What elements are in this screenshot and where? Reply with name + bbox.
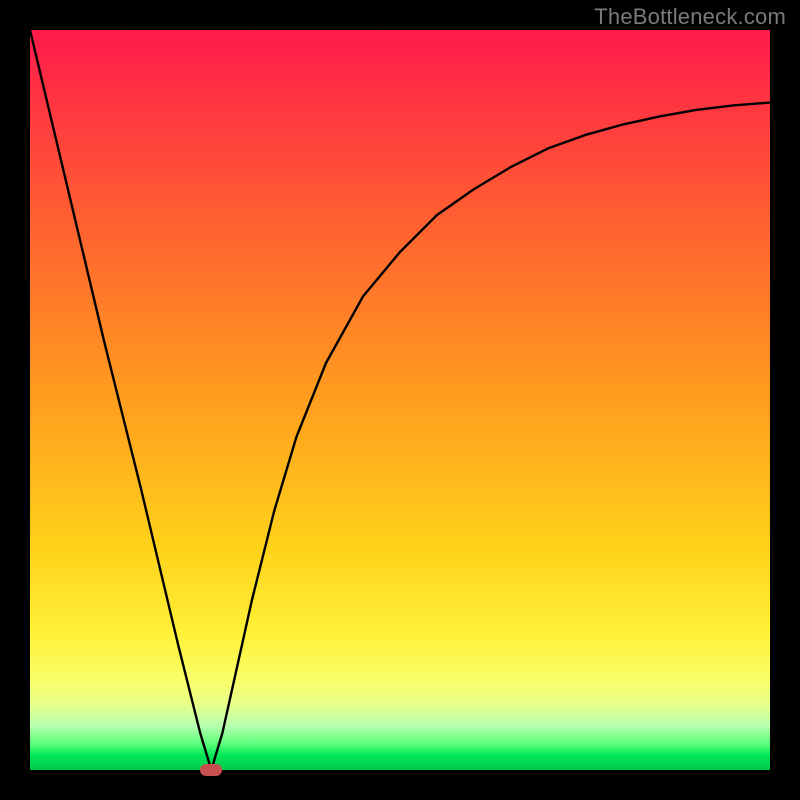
optimal-point-marker [200,764,222,776]
plot-area [30,30,770,770]
bottleneck-curve [30,30,770,770]
chart-frame: TheBottleneck.com [0,0,800,800]
curve-svg [30,30,770,770]
watermark-text: TheBottleneck.com [594,4,786,30]
